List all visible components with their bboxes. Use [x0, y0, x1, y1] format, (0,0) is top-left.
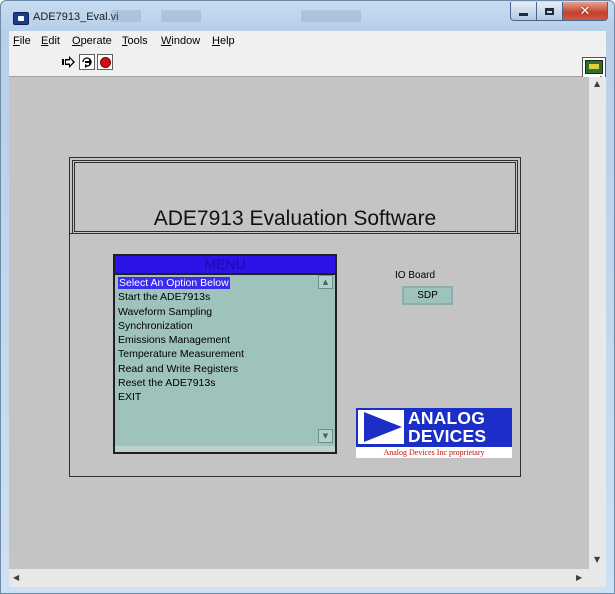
menu-help[interactable]: Help [212, 35, 235, 47]
menu-options-list: Select An Option Below Start the ADE7913… [118, 276, 318, 405]
menu-option-synchronization[interactable]: Synchronization [118, 319, 318, 333]
menu-header: MENU [115, 256, 335, 275]
io-board-label: IO Board [395, 270, 436, 281]
close-button[interactable]: ✕ [563, 2, 608, 21]
menu-tools[interactable]: Tools [122, 35, 148, 47]
maximize-icon [545, 7, 554, 15]
menu-option-temperature-measurement[interactable]: Temperature Measurement [118, 347, 318, 361]
toolbar: 1 [9, 51, 606, 85]
menu-listbox[interactable]: MENU Select An Option Below Start the AD… [113, 254, 337, 454]
menu-option-start[interactable]: Start the ADE7913s [118, 290, 318, 304]
client-area: File Edit Operate Tools Window Help ADE7… [9, 31, 606, 587]
labview-vi-icon [13, 12, 29, 25]
io-board-indicator: SDP [402, 286, 453, 305]
logo-triangle-icon [358, 410, 404, 444]
listbox-bottom-bar [115, 446, 335, 452]
run-continuously-icon [82, 57, 92, 68]
title-bar-background-blur [111, 10, 141, 22]
logo-tagline: Analog Devices Inc proprietary [356, 447, 512, 458]
menu-option-emissions-management[interactable]: Emissions Management [118, 333, 318, 347]
horizontal-scrollbar[interactable]: ◀ ▶ [9, 569, 589, 587]
scroll-left-arrow-icon[interactable]: ◀ [13, 573, 19, 582]
front-panel: ADE7913 Evaluation Software MENU Select … [9, 77, 589, 569]
abort-icon [99, 56, 111, 68]
scroll-down-arrow-icon[interactable]: ▼ [594, 555, 600, 564]
menu-bar: File Edit Operate Tools Window Help [9, 31, 606, 51]
close-icon: ✕ [579, 3, 591, 19]
app-title: ADE7913 Evaluation Software [153, 207, 437, 230]
minimize-icon [519, 12, 528, 16]
menu-window[interactable]: Window [161, 35, 200, 47]
menu-edit[interactable]: Edit [41, 35, 60, 47]
abort-button[interactable] [97, 54, 113, 70]
logo-line2: DEVICES [408, 426, 487, 446]
application-window: ADE7913_Eval.vi ✕ File Edit Operate Tool… [0, 0, 615, 594]
menu-operate[interactable]: Operate [72, 35, 112, 47]
menu-option-waveform-sampling[interactable]: Waveform Sampling [118, 305, 318, 319]
window-title: ADE7913_Eval.vi [33, 11, 119, 23]
menu-option-read-write-registers[interactable]: Read and Write Registers [118, 362, 318, 376]
vi-icon-graphic [585, 60, 603, 74]
title-bar[interactable]: ADE7913_Eval.vi ✕ [1, 1, 614, 31]
title-bar-background-blur [301, 10, 361, 22]
menu-option-select-prompt[interactable]: Select An Option Below [118, 276, 318, 290]
title-bar-background-blur [161, 10, 201, 22]
scroll-up-icon[interactable]: ▲ [318, 275, 333, 289]
window-controls: ✕ [510, 2, 608, 22]
scrollbar-corner [589, 569, 606, 587]
scroll-up-arrow-icon[interactable]: ▲ [594, 79, 600, 88]
analog-devices-logo: ANALOG DEVICES Analog Devices Inc propri… [356, 408, 512, 458]
scroll-right-arrow-icon[interactable]: ▶ [576, 573, 582, 582]
scroll-down-icon[interactable]: ▼ [318, 429, 333, 443]
minimize-button[interactable] [510, 2, 537, 21]
vertical-scrollbar[interactable]: ▲ ▼ [589, 77, 606, 569]
main-frame: ADE7913 Evaluation Software MENU Select … [69, 157, 521, 477]
menu-file[interactable]: File [13, 35, 31, 47]
run-arrow-icon [62, 56, 75, 68]
run-button[interactable] [61, 54, 77, 70]
maximize-button[interactable] [537, 2, 563, 21]
listbox-scrollbar[interactable]: ▲ ▼ [318, 275, 333, 443]
menu-option-exit[interactable]: EXIT [118, 390, 318, 404]
run-continuously-button[interactable] [79, 54, 95, 70]
frame-divider [70, 233, 520, 234]
title-frame: ADE7913 Evaluation Software [72, 160, 518, 234]
menu-option-reset[interactable]: Reset the ADE7913s [118, 376, 318, 390]
